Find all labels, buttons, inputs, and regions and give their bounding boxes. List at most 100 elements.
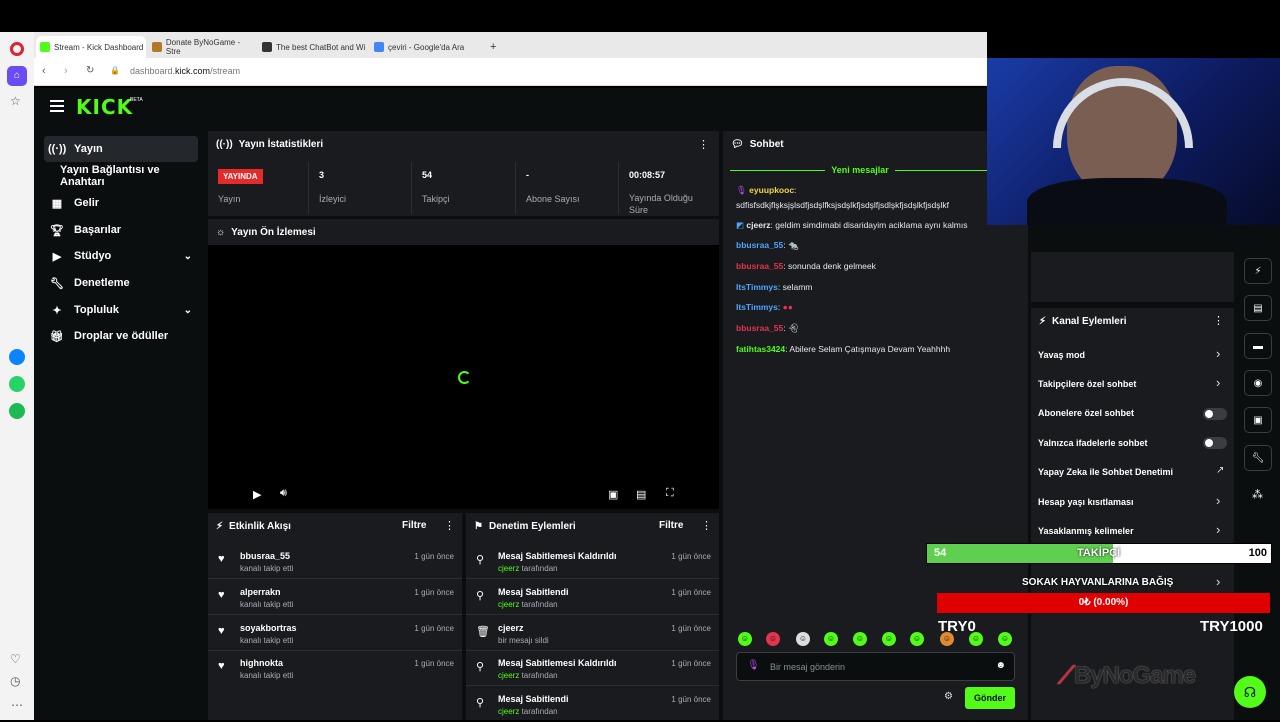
emote-button[interactable]: ☺ bbox=[766, 632, 780, 646]
volume-icon[interactable]: 🔊︎ bbox=[280, 487, 287, 500]
activity-row[interactable]: ♥ highnokta kanalı takip etti 1 gün önce bbox=[208, 652, 462, 686]
activity-row[interactable]: ♥ alperrakn kanalı takip etti 1 gün önce bbox=[208, 581, 462, 615]
chevron-right-icon[interactable]: › bbox=[1216, 574, 1220, 589]
emote-button[interactable]: ☺ bbox=[738, 632, 752, 646]
send-button[interactable]: Gönder bbox=[965, 687, 1015, 709]
stat-subscribers: - Abone Sayısı bbox=[516, 162, 619, 214]
action-followers-only[interactable]: Takipçilere özel sohbet bbox=[1038, 379, 1136, 389]
chevron-right-icon[interactable]: › bbox=[1216, 375, 1220, 390]
star-icon[interactable]: ☆ bbox=[10, 94, 21, 108]
sidebar-item-basarilar[interactable]: 🏆︎ Başarılar bbox=[44, 217, 198, 243]
new-tab-button[interactable]: + bbox=[486, 36, 496, 58]
kick-logo[interactable]: KICK bbox=[76, 95, 133, 119]
emote-button[interactable]: ☺ bbox=[910, 632, 924, 646]
chat-message[interactable]: bbusraa_55: 👻︎ bbox=[736, 323, 799, 334]
fullscreen-icon[interactable]: ⛶ bbox=[666, 487, 674, 500]
theater-mode-icon[interactable]: ▤ bbox=[636, 488, 646, 501]
chat-username[interactable]: bbusraa_55 bbox=[736, 261, 783, 271]
chevron-right-icon[interactable]: › bbox=[1216, 493, 1220, 508]
kebab-menu-icon[interactable]: ⋮ bbox=[444, 519, 455, 532]
sidebar-item-stream-key[interactable]: Yayın Bağlantısı ve Anahtarı bbox=[56, 163, 206, 189]
spotify-icon[interactable] bbox=[9, 403, 25, 419]
moderation-row[interactable]: ⚲ Mesaj Sabitlemesi Kaldırıldı cjeerz tara… bbox=[466, 652, 719, 686]
emote-button[interactable]: ☺ bbox=[882, 632, 896, 646]
chat-username[interactable]: bbusraa_55 bbox=[736, 323, 783, 333]
chat-input[interactable]: 🎙︎ Bir mesaj gönderin ☻ bbox=[736, 652, 1015, 681]
more-icon[interactable]: ⋯ bbox=[11, 698, 23, 712]
broadcast-icon[interactable]: ◉ bbox=[1244, 370, 1272, 396]
heart-icon[interactable]: ♡ bbox=[10, 652, 21, 666]
chat-username[interactable]: ItsTimmys bbox=[736, 282, 778, 292]
tab-bynogame[interactable]: Donate ByNoGame - Stre bbox=[148, 36, 256, 58]
tab-google[interactable]: çeviri - Google'da Ara bbox=[370, 36, 480, 58]
wrench-icon[interactable]: 🔧︎ bbox=[1244, 445, 1272, 471]
activity-row[interactable]: ♥ bbusraa_55 kanalı takip etti 1 gün önce bbox=[208, 545, 462, 579]
moderation-row[interactable]: ⚲ Mesaj Sabitlemesi Kaldırıldı cjeerz tara… bbox=[466, 545, 719, 579]
chat-icon[interactable]: ▬ bbox=[1244, 333, 1272, 359]
home-icon[interactable]: ⌂ bbox=[7, 66, 27, 86]
chat-message[interactable]: fatihtas3424: Abilere Selam Çatışmaya De… bbox=[736, 344, 950, 354]
chat-username[interactable]: ItsTimmys bbox=[736, 302, 778, 312]
filter-button[interactable]: Filtre bbox=[402, 520, 426, 531]
chevron-right-icon[interactable]: › bbox=[1216, 522, 1220, 537]
pip-icon[interactable]: ▣ bbox=[608, 488, 618, 501]
action-account-age[interactable]: Hesap yaşı kısıtlaması bbox=[1038, 497, 1134, 507]
notes-icon[interactable]: ▤ bbox=[1244, 295, 1272, 321]
lock-icon[interactable]: 🔒 bbox=[110, 66, 120, 75]
chat-message[interactable]: bbusraa_55: sonunda denk gelmeek bbox=[736, 261, 876, 271]
apps-icon[interactable]: ⁂ bbox=[1252, 488, 1263, 501]
quick-actions-icon[interactable]: ⚡︎ bbox=[1244, 258, 1272, 284]
whatsapp-icon[interactable] bbox=[9, 376, 25, 392]
history-icon[interactable]: ◷ bbox=[10, 674, 20, 688]
emotes-only-toggle[interactable] bbox=[1203, 437, 1227, 449]
action-banned-words[interactable]: Yasaklanmış kelimeler bbox=[1038, 526, 1134, 536]
chat-username[interactable]: cjeerz bbox=[746, 220, 770, 230]
chat-username[interactable]: fatihtas3424 bbox=[736, 344, 785, 354]
sidebar-item-topluluk[interactable]: ✦ Topluluk ⌄ bbox=[44, 297, 198, 323]
back-icon[interactable]: ‹ bbox=[42, 65, 46, 77]
moderation-row[interactable]: 🗑︎ cjeerz bir mesajı sildi 1 gün önce bbox=[466, 617, 719, 651]
new-messages-divider: Yeni mesajlar bbox=[730, 165, 991, 175]
sidebar-item-denetleme[interactable]: 🔧︎ Denetleme bbox=[44, 270, 198, 296]
emote-button[interactable]: ☺ bbox=[824, 632, 838, 646]
video-icon[interactable]: ▣ bbox=[1244, 407, 1272, 433]
sidebar-item-studyo[interactable]: ▶ Stüdyo ⌄ bbox=[44, 243, 198, 269]
emote-button[interactable]: ☺ bbox=[853, 632, 867, 646]
emote-button[interactable]: ☺ bbox=[998, 632, 1012, 646]
support-icon[interactable]: ☊ bbox=[1234, 676, 1266, 708]
chat-username[interactable]: bbusraa_55 bbox=[736, 240, 783, 250]
chat-message[interactable]: ItsTimmys: selamm bbox=[736, 282, 812, 292]
play-icon[interactable]: ▶ bbox=[253, 488, 261, 501]
chat-message[interactable]: ItsTimmys: ●● bbox=[736, 302, 793, 312]
moderation-row[interactable]: ⚲ Mesaj Sabitlendi cjeerz tarafından 1 gün … bbox=[466, 581, 719, 615]
moderation-row[interactable]: ⚲ Mesaj Sabitlendi cjeerz tarafından 1 gün … bbox=[466, 688, 719, 722]
chevron-right-icon[interactable]: › bbox=[1216, 346, 1220, 361]
chat-message[interactable]: ◩ cjeerz: geldim simdimabi disaridayim a… bbox=[736, 220, 968, 231]
kebab-menu-icon[interactable]: ⋮ bbox=[698, 138, 709, 151]
activity-row[interactable]: ♥ soyakbortras kanalı takip etti 1 gün önce bbox=[208, 617, 462, 651]
sidebar-item-droplar[interactable]: 🎁︎ Droplar ve ödüller bbox=[44, 323, 198, 349]
action-slow-mode[interactable]: Yavaş mod bbox=[1038, 350, 1085, 360]
sidebar-item-yayin[interactable]: ((·)) Yayın bbox=[44, 136, 198, 162]
kebab-menu-icon[interactable]: ⋮ bbox=[701, 519, 712, 532]
emoji-icon[interactable]: ☻ bbox=[995, 660, 1006, 671]
url-field[interactable]: dashboard.kick.com/stream bbox=[130, 66, 240, 76]
kebab-menu-icon[interactable]: ⋮ bbox=[1213, 314, 1224, 327]
gear-icon[interactable]: ⚙ bbox=[944, 691, 953, 702]
sidebar-item-gelir[interactable]: ▦ Gelir bbox=[44, 190, 198, 216]
opera-logo-icon[interactable] bbox=[10, 42, 24, 56]
chat-message[interactable]: 🎙︎ eyuupkooc: bbox=[736, 185, 796, 196]
subscribers-only-toggle[interactable] bbox=[1203, 408, 1227, 420]
external-link-icon[interactable]: ↗ bbox=[1216, 465, 1224, 476]
action-ai-moderation[interactable]: Yapay Zeka ile Sohbet Denetimi bbox=[1038, 467, 1173, 477]
chat-username[interactable]: eyuupkooc bbox=[749, 185, 794, 195]
forward-icon[interactable]: › bbox=[64, 65, 68, 77]
reload-icon[interactable]: ↻ bbox=[86, 65, 94, 76]
menu-icon[interactable] bbox=[50, 100, 64, 112]
tab-chatbot[interactable]: The best ChatBot and Wi bbox=[258, 36, 368, 58]
messenger-icon[interactable] bbox=[9, 349, 25, 365]
chat-message[interactable]: bbusraa_55: 🐀 bbox=[736, 240, 799, 251]
filter-button[interactable]: Filtre bbox=[659, 520, 683, 531]
tab-kick[interactable]: Stream - Kick Dashboard bbox=[36, 36, 146, 58]
emote-button[interactable]: ☺ bbox=[796, 632, 810, 646]
